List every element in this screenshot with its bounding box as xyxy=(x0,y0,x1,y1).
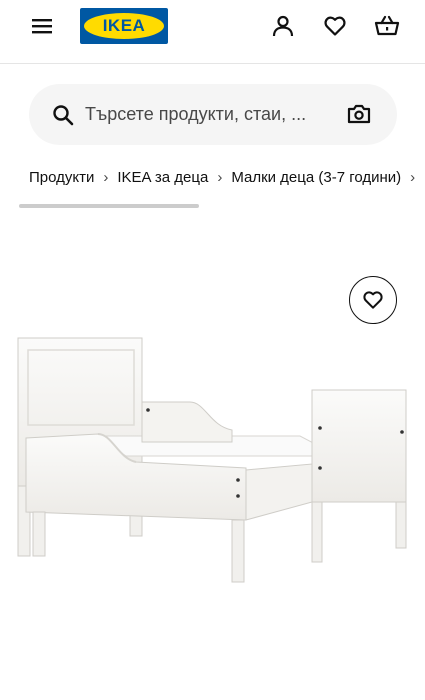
search-icon xyxy=(53,105,74,126)
wishlist-button[interactable] xyxy=(315,6,355,46)
account-button[interactable] xyxy=(263,6,303,46)
logo-text: IKEA xyxy=(102,16,146,35)
visual-search-button[interactable] xyxy=(339,94,379,134)
cart-button[interactable] xyxy=(367,6,407,46)
ikea-logo[interactable]: IKEA xyxy=(80,8,168,44)
breadcrumb-scrollbar[interactable] xyxy=(19,204,199,208)
top-header: IKEA xyxy=(0,0,425,64)
add-to-favorites-button[interactable] xyxy=(349,276,397,324)
breadcrumb-item[interactable]: Продукти xyxy=(29,169,94,186)
heart-outline-icon xyxy=(363,291,383,309)
heart-icon xyxy=(324,16,346,36)
breadcrumb-item[interactable]: Малки деца (3-7 години) xyxy=(231,169,401,186)
shopping-bag-icon xyxy=(374,15,400,36)
hamburger-menu-icon xyxy=(32,19,52,34)
camera-icon xyxy=(347,104,371,124)
search-input[interactable] xyxy=(85,94,345,134)
breadcrumb-item[interactable]: IKEA за деца xyxy=(117,169,208,186)
product-image[interactable] xyxy=(0,330,425,590)
breadcrumb-separator: › xyxy=(410,168,416,186)
breadcrumb-separator: › xyxy=(217,168,223,186)
breadcrumb-separator: › xyxy=(103,168,109,186)
user-icon xyxy=(272,15,294,37)
search-bar[interactable] xyxy=(29,84,397,145)
menu-button[interactable] xyxy=(22,6,62,46)
breadcrumb: Продукти › IKEA за деца › Малки деца (3-7 го… xyxy=(29,168,425,192)
